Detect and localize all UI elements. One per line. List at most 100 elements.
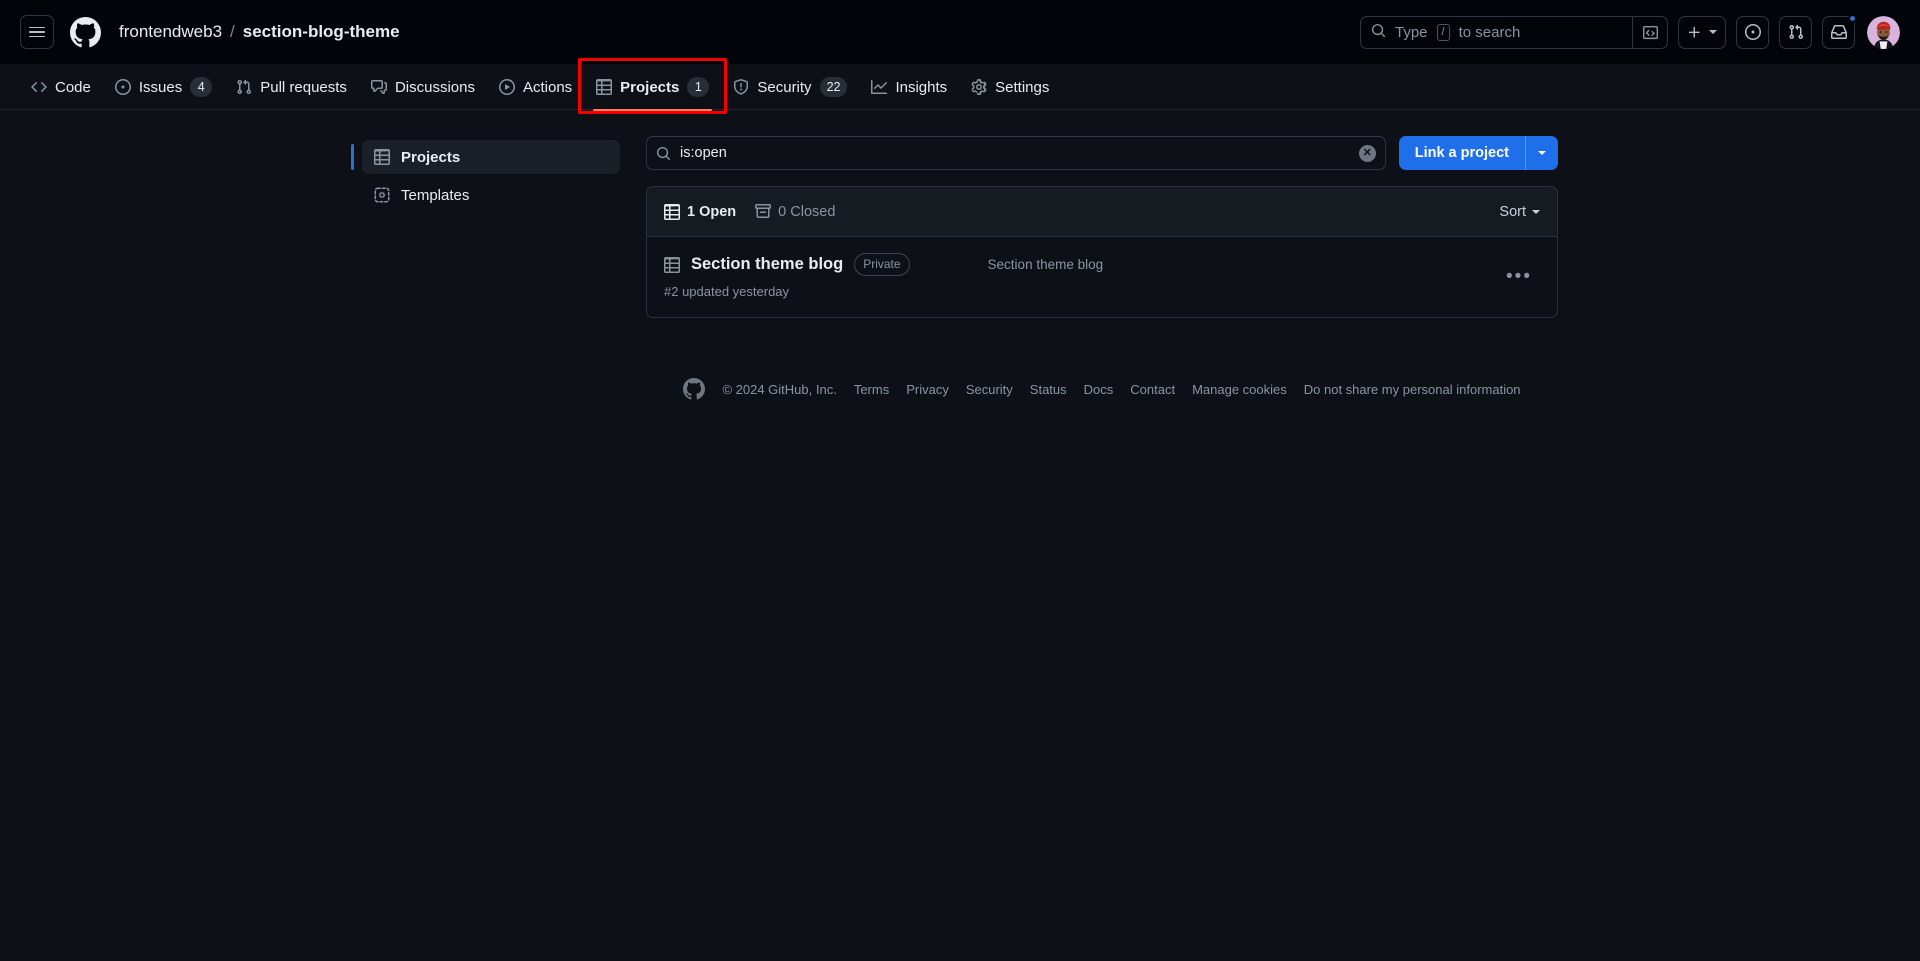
sidebar-item-label: Templates (401, 186, 470, 204)
project-description: Section theme blog (987, 257, 1104, 272)
sort-button[interactable]: Sort (1499, 204, 1540, 220)
search-icon (1371, 23, 1386, 42)
slash-key-hint: / (1436, 23, 1450, 41)
chevron-down-icon (1532, 209, 1540, 214)
filter-open[interactable]: 1 Open (664, 203, 736, 220)
graph-icon (871, 79, 888, 95)
nav-tab-label: Issues (138, 78, 183, 96)
visibility-badge: Private (854, 253, 910, 276)
issue-opened-icon (114, 79, 131, 95)
clear-search-icon[interactable]: ✕ (1358, 144, 1376, 162)
breadcrumb-owner[interactable]: frontendweb3 (119, 22, 222, 42)
nav-tab-label: Settings (995, 78, 1050, 96)
issues-button[interactable] (1736, 15, 1769, 49)
terminal-icon[interactable] (1632, 15, 1668, 49)
footer-link-privacy[interactable]: Privacy (906, 382, 949, 397)
header-actions: Type / to search (1360, 13, 1900, 49)
nav-tab-projects[interactable]: Projects 1 (585, 64, 720, 111)
notifications-button[interactable] (1822, 13, 1857, 49)
repository-nav: Code Issues 4 Pull requests Discussions (0, 58, 1920, 114)
link-project-button[interactable]: Link a project (1398, 136, 1525, 170)
archive-icon (755, 203, 772, 220)
github-mark-icon[interactable] (70, 16, 101, 48)
footer-link-do-not-share[interactable]: Do not share my personal information (1304, 382, 1521, 397)
copyright-text: © 2024 GitHub, Inc. (722, 381, 837, 397)
project-title-row: Section theme blog Private (664, 253, 910, 276)
project-list-item[interactable]: Section theme blog Private #2 updated ye… (647, 237, 1557, 317)
git-pull-request-icon (236, 79, 252, 95)
notification-dot (1848, 13, 1857, 23)
link-project-group: Link a project (1398, 136, 1558, 170)
github-mark-icon (683, 378, 706, 400)
pull-requests-button[interactable] (1779, 15, 1812, 49)
user-avatar[interactable] (1867, 15, 1900, 49)
gear-icon (971, 79, 987, 95)
footer-link-status[interactable]: Status (1030, 382, 1067, 397)
nav-tab-label: Discussions (394, 78, 475, 96)
sidebar-item-label: Projects (401, 148, 461, 166)
search-input[interactable]: Type / to search (1360, 15, 1632, 49)
hamburger-icon[interactable] (20, 15, 54, 49)
footer-link-manage-cookies[interactable]: Manage cookies (1192, 382, 1287, 397)
project-title-link[interactable]: Section theme blog (691, 255, 843, 274)
create-new-button[interactable] (1678, 15, 1726, 49)
projects-toolbar: ✕ Link a project (646, 136, 1558, 170)
nav-tab-label: Insights (895, 78, 948, 96)
nav-tab-pull-requests[interactable]: Pull requests (225, 64, 358, 110)
filter-closed[interactable]: 0 Closed (755, 203, 836, 220)
nav-tab-discussions[interactable]: Discussions (360, 64, 486, 110)
breadcrumb-repo[interactable]: section-blog-theme (243, 22, 400, 42)
page-footer: © 2024 GitHub, Inc. Terms Privacy Securi… (646, 378, 1558, 424)
nav-tab-label: Pull requests (260, 78, 347, 96)
table-icon (374, 149, 390, 165)
footer-link-contact[interactable]: Contact (1130, 382, 1175, 397)
search-icon (656, 146, 671, 161)
kebab-horizontal-icon[interactable]: ••• (1498, 265, 1540, 288)
global-header: frontendweb3 / section-blog-theme Type /… (0, 0, 1920, 64)
project-primary: Section theme blog Private #2 updated ye… (664, 253, 910, 299)
global-search-group: Type / to search (1360, 15, 1668, 49)
nav-tab-issues[interactable]: Issues 4 (104, 64, 223, 110)
projects-card-header: 1 Open 0 Closed Sort (647, 187, 1557, 237)
nav-tab-label: Actions (522, 78, 573, 96)
plus-icon (1688, 26, 1700, 38)
nav-tab-security[interactable]: Security 22 (722, 64, 858, 110)
sidebar-item-templates[interactable]: Templates (362, 178, 620, 212)
nav-tab-counter: 4 (190, 76, 213, 98)
nav-tab-code[interactable]: Code (20, 64, 102, 110)
projects-search-field[interactable]: ✕ (646, 136, 1386, 170)
table-icon (664, 203, 680, 220)
filter-closed-label: 0 Closed (778, 203, 836, 220)
footer-link-docs[interactable]: Docs (1084, 382, 1114, 397)
footer-link-terms[interactable]: Terms (854, 382, 889, 397)
inbox-icon (1830, 25, 1847, 39)
main-content: Projects Templates ✕ Link a project (0, 110, 1920, 424)
link-project-dropdown-button[interactable] (1525, 136, 1558, 170)
projects-card: 1 Open 0 Closed Sort Section theme blog … (646, 186, 1558, 318)
nav-tab-settings[interactable]: Settings (960, 64, 1060, 110)
search-placeholder-suffix: to search (1458, 23, 1521, 41)
chevron-down-icon (1709, 30, 1717, 34)
projects-panel: ✕ Link a project 1 Open (646, 136, 1558, 424)
nav-tab-counter: 1 (687, 76, 710, 98)
projects-sidebar: Projects Templates (351, 136, 620, 424)
sidebar-item-projects[interactable]: Projects (351, 140, 620, 174)
breadcrumb-separator: / (230, 22, 235, 41)
search-placeholder-prefix: Type (1395, 23, 1428, 41)
chevron-down-icon (1538, 151, 1546, 155)
nav-tab-counter: 22 (819, 76, 848, 98)
search-input[interactable] (680, 145, 1350, 161)
sort-label: Sort (1499, 203, 1526, 220)
code-icon (31, 79, 47, 95)
nav-tab-insights[interactable]: Insights (860, 64, 958, 110)
nav-tab-label: Projects (620, 78, 680, 96)
footer-link-security[interactable]: Security (966, 382, 1013, 397)
comment-discussion-icon (370, 79, 387, 95)
play-icon (498, 79, 515, 95)
shield-icon (733, 79, 749, 95)
project-template-icon (374, 187, 390, 203)
nav-tab-label: Code (55, 78, 91, 96)
table-icon (664, 256, 680, 273)
nav-tab-actions[interactable]: Actions (488, 64, 583, 110)
project-meta: #2 updated yesterday (664, 284, 790, 299)
